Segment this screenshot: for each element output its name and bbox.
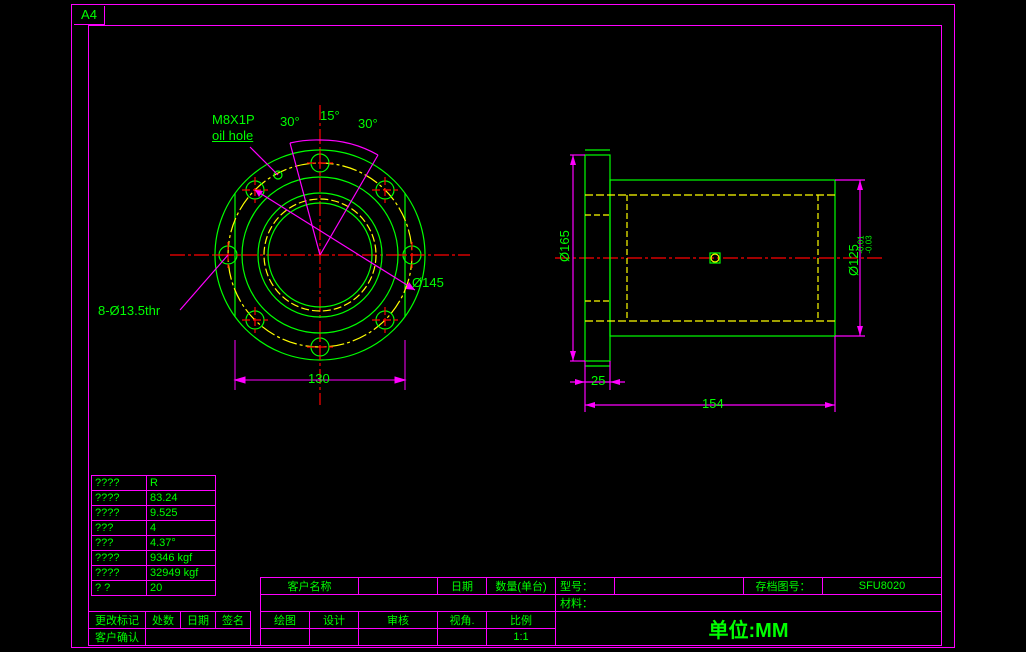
spec-table: ????R ????83.24 ????9.525 ???4 ???4.37° … [91,475,216,596]
diameter-145: Ø145 [412,275,444,290]
dim-130-text: 130 [308,371,330,386]
dim-154-text: 154 [702,396,724,411]
title-block: 客户名称 日期 数量(单台) 型号： 存档图号： SFU8020 材料： 绘图 … [260,577,942,646]
oil-hole-label-2: oil hole [212,128,253,143]
dim-25-text: 25 [591,373,605,388]
angle-30-right: 30° [358,116,378,131]
unit-label: 单位:MM [709,620,789,642]
revision-table: 更改标记 处数 日期 签名 客户确认 [88,611,251,646]
format-label: A4 [74,6,105,25]
hole-callout: 8-Ø13.5thr [98,303,160,318]
angle-30-left: 30° [280,114,300,129]
dim-165-text: Ø165 [557,230,572,262]
tol-lower: -0.03 [865,235,874,253]
oil-hole-label-1: M8X1P [212,112,255,127]
angle-15: 15° [320,108,340,123]
side-view-drawing [555,130,895,420]
